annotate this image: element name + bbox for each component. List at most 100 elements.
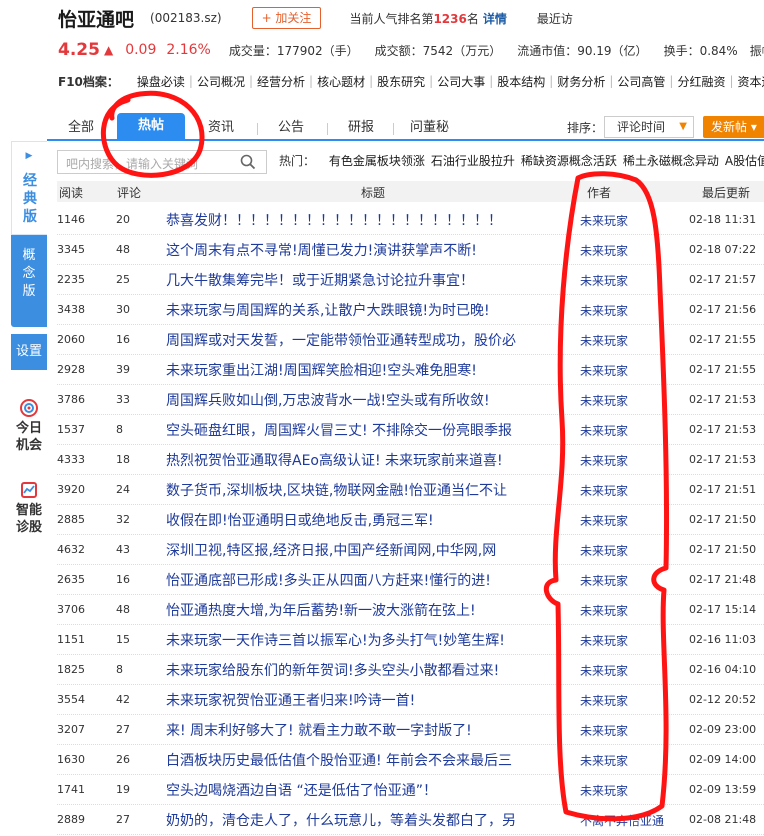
tab-research[interactable]: 研报 <box>348 117 374 139</box>
last-updated: 02-17 21:50 <box>689 543 757 556</box>
tab-divider <box>257 123 258 135</box>
post-title-link[interactable]: 周国辉兵败如山倒,万忠波背水一战!空头或有所收敛! <box>166 390 524 410</box>
f10-link[interactable]: 公司概况 <box>193 73 249 90</box>
post-title-link[interactable]: 周国辉或对天发誓，一定能带领怡亚通转型成功，股价必 <box>166 330 524 350</box>
author-link[interactable]: 不离不弃怡亚通 <box>580 812 664 829</box>
play-arrow-icon: ▶ <box>25 151 33 161</box>
follow-button[interactable]: + 加关注 <box>251 7 322 29</box>
author-link[interactable]: 未来玩家 <box>580 302 628 319</box>
tab-all[interactable]: 全部 <box>68 117 94 139</box>
tab-announcements[interactable]: 公告 <box>278 117 304 139</box>
f10-link[interactable]: 公司大事 <box>433 73 489 90</box>
post-title-link[interactable]: 热烈祝贺怡亚通取得AEo高级认证! 未来玩家前来道喜! <box>166 450 524 470</box>
f10-links: F10档案： 操盘必读 | 公司概况 | 经营分析 | 核心题材 | 股东研究 | 公司大事 | 股本结… <box>58 72 764 90</box>
author-link[interactable]: 未来玩家 <box>580 602 628 619</box>
comment-count: 26 <box>116 753 130 766</box>
today-line: 今日 <box>15 421 42 436</box>
author-link[interactable]: 未来玩家 <box>580 362 628 379</box>
hot-topic-link[interactable]: 石油行业股拉升 <box>431 154 515 168</box>
post-title-link[interactable]: 数子货币,深圳板块,区块链,物联网金融!怡亚通当仁不让 <box>166 480 524 500</box>
table-row: 1537 8 空头砸盘红眼，周国辉火冒三丈! 不排除交一份亮眼季报 未来玩家 02-17… <box>57 415 764 445</box>
classic-version-label[interactable]: 经 典 版 <box>12 172 48 226</box>
post-title-link[interactable]: 这个周末有点不寻常!周懂已发力!演讲获掌声不断! <box>166 240 524 260</box>
hot-topic-link[interactable]: 稀土永磁概念异动 <box>623 154 719 168</box>
table-row: 1825 8 未来玩家给股东们的新年贺词!多头空头小散都看过来! 未来玩家 02-16 … <box>57 655 764 685</box>
post-title-link[interactable]: 未来玩家一天作诗三首以振军心!为多头打气!妙笔生辉! <box>166 630 524 650</box>
post-title-link[interactable]: 未来玩家祝贺怡亚通王者归来!吟诗一首! <box>166 690 524 710</box>
f10-link[interactable]: 操盘必读 <box>133 73 189 90</box>
f10-link[interactable]: 经营分析 <box>253 73 309 90</box>
author-link[interactable]: 未来玩家 <box>580 212 628 229</box>
f10-link[interactable]: 股本结构 <box>493 73 549 90</box>
bar-name[interactable]: 怡亚通吧 <box>58 5 134 32</box>
author-link[interactable]: 未来玩家 <box>580 722 628 739</box>
f10-link[interactable]: 分红融资 <box>673 73 729 90</box>
post-title-link[interactable]: 未来玩家与周国辉的关系,让散户大跌眼镜!为时已晚! <box>166 300 524 320</box>
post-title-link[interactable]: 收假在即!怡亚通明日或绝地反击,勇冠三军! <box>166 510 524 530</box>
side-classic-version[interactable]: ▶ 经 典 版 <box>11 141 47 235</box>
hot-topic-link[interactable]: 有色金属板块领涨 <box>329 154 425 168</box>
post-title-link[interactable]: 白酒板块历史最低估值个股怡亚通! 年前会不会来最后三 <box>166 750 524 770</box>
rank-detail-link[interactable]: 详情 <box>483 12 507 26</box>
today-opportunity[interactable]: 今日 机会 <box>11 398 47 454</box>
post-title-link[interactable]: 来! 周末利好够大了! 就看主力敢不敢一字封版了! <box>166 720 524 740</box>
author-link[interactable]: 未来玩家 <box>580 422 628 439</box>
author-link[interactable]: 未来玩家 <box>580 512 628 529</box>
f10-link[interactable]: 公司高管 <box>613 73 669 90</box>
author-link[interactable]: 未来玩家 <box>580 752 628 769</box>
read-count: 3207 <box>57 723 85 736</box>
author-link[interactable]: 未来玩家 <box>580 272 628 289</box>
author-link[interactable]: 未来玩家 <box>580 632 628 649</box>
post-title-link[interactable]: 怡亚通底部已形成!多头正从四面八方赶来!懂行的进! <box>166 570 524 590</box>
f10-link[interactable]: 财务分析 <box>553 73 609 90</box>
author-link[interactable]: 未来玩家 <box>580 542 628 559</box>
comment-count: 48 <box>116 603 130 616</box>
post-title-link[interactable]: 怡亚通热度大增,为年后蓄势!新一波大涨箭在弦上! <box>166 600 524 620</box>
post-title-link[interactable]: 未来玩家给股东们的新年贺词!多头空头小散都看过来! <box>166 660 524 680</box>
today-line: 机会 <box>15 438 42 453</box>
post-title-link[interactable]: 深圳卫视,特区报,经济日报,中国产经新闻网,中华网,网 <box>166 540 524 560</box>
settings-button[interactable]: 设置 <box>11 334 47 370</box>
concept-version-label[interactable]: 概 念 版 <box>11 247 47 301</box>
author-link[interactable]: 未来玩家 <box>580 242 628 259</box>
read-count: 3345 <box>57 243 85 256</box>
table-row: 1151 15 未来玩家一天作诗三首以振军心!为多头打气!妙笔生辉! 未来玩家 02-1… <box>57 625 764 655</box>
author-link[interactable]: 未来玩家 <box>580 692 628 709</box>
read-count: 1146 <box>57 213 85 226</box>
recent-visits[interactable]: 最近访 <box>537 10 573 27</box>
sort-select[interactable]: 评论时间 ▼ <box>604 116 694 138</box>
price-change: 0.09 <box>125 42 157 58</box>
diagnose-icon <box>21 482 37 498</box>
author-link[interactable]: 未来玩家 <box>580 392 628 409</box>
author-link[interactable]: 未来玩家 <box>580 662 628 679</box>
author-link[interactable]: 未来玩家 <box>580 572 628 589</box>
table-row: 3207 27 来! 周末利好够大了! 就看主力敢不敢一字封版了! 未来玩家 02-09… <box>57 715 764 745</box>
new-post-button[interactable]: 发新帖 ▾ <box>703 116 764 138</box>
post-title-link[interactable]: 未来玩家重出江湖!周国辉笑脸相迎!空头难免胆寒! <box>166 360 524 380</box>
search-icon[interactable] <box>240 154 256 170</box>
author-link[interactable]: 未来玩家 <box>580 782 628 799</box>
tab-ask-secretary[interactable]: 问董秘 <box>410 117 449 139</box>
f10-link[interactable]: 股东研究 <box>373 73 429 90</box>
tab-hot-posts[interactable]: 热帖 <box>117 113 185 139</box>
author-link[interactable]: 未来玩家 <box>580 452 628 469</box>
smart-diagnose[interactable]: 智能 诊股 <box>11 480 47 536</box>
hot-topic-link[interactable]: A股估值 <box>725 154 764 168</box>
amplitude: 振幅：3.6 <box>749 43 764 58</box>
post-title-link[interactable]: 空头砸盘红眼，周国辉火冒三丈! 不排除交一份亮眼季报 <box>166 420 524 440</box>
table-row: 4333 18 热烈祝贺怡亚通取得AEo高级认证! 未来玩家前来道喜! 未来玩家 02-… <box>57 445 764 475</box>
post-title-link[interactable]: 奶奶的，清仓走人了，什么玩意儿，等着头发都白了，另 <box>166 810 524 830</box>
f10-link[interactable]: 核心题材 <box>313 73 369 90</box>
col-title: 标题 <box>361 186 386 200</box>
f10-link[interactable]: 资本运作 <box>734 73 764 90</box>
price: 4.25 <box>58 40 100 60</box>
hot-topic-link[interactable]: 稀缺资源概念活跃 <box>521 154 617 168</box>
post-title-link[interactable]: 几大牛散集筹完毕！或于近期紧急讨论拉升事宜！ <box>166 270 524 290</box>
post-title-link[interactable]: 空头边喝烧酒边自语 “还是低估了怡亚通”！ <box>166 780 524 800</box>
bar-search-input[interactable]: 吧内搜索，请输入关键词 <box>57 150 267 174</box>
author-link[interactable]: 未来玩家 <box>580 332 628 349</box>
table-row: 2885 32 收假在即!怡亚通明日或绝地反击,勇冠三军! 未来玩家 02-17 21:… <box>57 505 764 535</box>
tab-news[interactable]: 资讯 <box>208 117 234 139</box>
post-title-link[interactable]: 恭喜发财！！！！！！！！！！！！！！！！！！！！ <box>166 210 524 230</box>
author-link[interactable]: 未来玩家 <box>580 482 628 499</box>
